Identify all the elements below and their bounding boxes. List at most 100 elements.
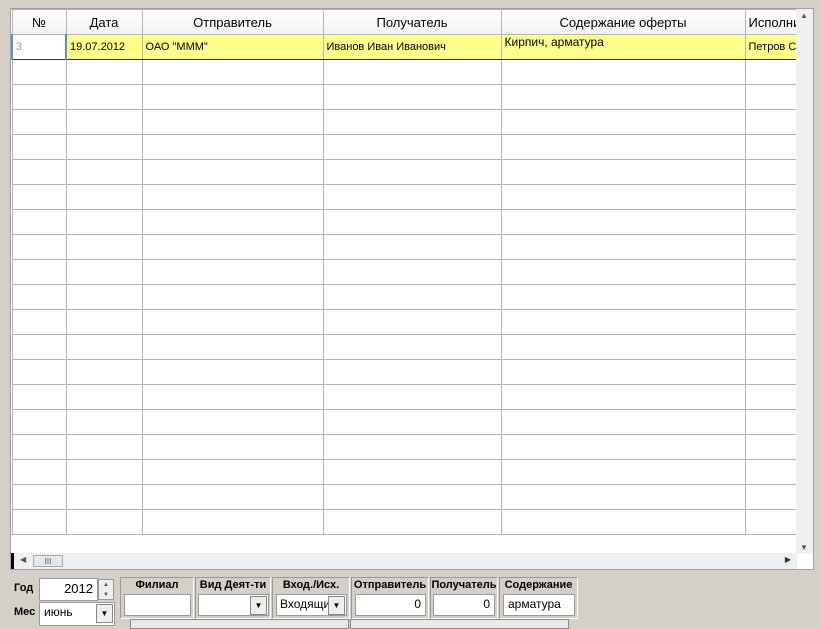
table-row[interactable] (11, 409, 805, 435)
direction-select[interactable]: Входящи ▼ (276, 594, 347, 616)
column-header-content[interactable]: Содержание оферты (500, 9, 746, 35)
table-cell[interactable] (11, 59, 67, 85)
table-cell[interactable] (65, 159, 143, 185)
table-cell[interactable] (141, 209, 324, 235)
recipient-input[interactable]: 0 (433, 594, 495, 616)
table-cell[interactable] (65, 459, 143, 485)
table-row[interactable] (11, 284, 805, 310)
table-row[interactable]: 3 19.07.2012 ОАО "МММ" Иванов Иван Ивано… (11, 34, 805, 60)
table-cell[interactable] (141, 259, 324, 285)
table-cell[interactable] (500, 359, 746, 385)
chevron-down-icon[interactable]: ▼ (328, 596, 345, 615)
table-cell[interactable] (141, 234, 324, 260)
table-cell[interactable] (500, 309, 746, 335)
table-cell[interactable] (500, 109, 746, 135)
chevron-down-icon[interactable]: ▼ (250, 596, 267, 615)
month-select[interactable]: июнь ▼ (39, 602, 115, 626)
column-header-sender[interactable]: Отправитель (141, 9, 324, 35)
table-cell[interactable] (322, 284, 502, 310)
table-row[interactable] (11, 209, 805, 235)
table-cell[interactable] (500, 384, 746, 410)
table-cell[interactable] (11, 509, 67, 535)
table-cell[interactable] (500, 409, 746, 435)
table-cell[interactable] (65, 509, 143, 535)
table-cell[interactable] (11, 184, 67, 210)
scroll-left-icon[interactable]: ◀ (20, 555, 26, 564)
table-row[interactable] (11, 309, 805, 335)
table-row[interactable] (11, 434, 805, 460)
table-row[interactable] (11, 184, 805, 210)
table-cell[interactable] (65, 309, 143, 335)
table-row[interactable] (11, 259, 805, 285)
activity-select[interactable]: ▼ (198, 594, 269, 616)
table-cell[interactable] (500, 459, 746, 485)
table-cell[interactable] (141, 184, 324, 210)
table-row[interactable] (11, 334, 805, 360)
table-cell[interactable] (500, 484, 746, 510)
table-cell[interactable] (11, 309, 67, 335)
table-cell[interactable] (11, 334, 67, 360)
table-cell[interactable] (500, 284, 746, 310)
year-spinner[interactable]: ▲ ▼ (98, 579, 114, 600)
table-cell[interactable] (141, 459, 324, 485)
branch-input[interactable] (124, 594, 191, 616)
table-cell[interactable] (65, 59, 143, 85)
table-row[interactable] (11, 459, 805, 485)
table-cell[interactable] (500, 209, 746, 235)
table-cell[interactable] (65, 84, 143, 110)
table-cell[interactable] (500, 134, 746, 160)
table-cell[interactable] (322, 384, 502, 410)
table-cell[interactable] (11, 259, 67, 285)
year-input[interactable]: 2012 (39, 578, 98, 601)
table-row[interactable] (11, 59, 805, 85)
table-cell[interactable] (11, 209, 67, 235)
table-cell[interactable] (65, 359, 143, 385)
table-cell[interactable] (65, 259, 143, 285)
table-cell[interactable] (65, 384, 143, 410)
table-cell[interactable] (500, 509, 746, 535)
table-cell[interactable] (322, 159, 502, 185)
cell-num[interactable]: 3 (11, 34, 67, 60)
table-cell[interactable] (11, 109, 67, 135)
offers-grid[interactable]: № Дата Отправитель Получатель Содержание… (10, 8, 814, 570)
table-cell[interactable] (11, 459, 67, 485)
table-cell[interactable] (65, 234, 143, 260)
table-row[interactable] (11, 484, 805, 510)
table-cell[interactable] (322, 309, 502, 335)
table-cell[interactable] (65, 109, 143, 135)
table-cell[interactable] (65, 484, 143, 510)
cell-sender[interactable]: ОАО "МММ" (141, 34, 324, 60)
table-cell[interactable] (65, 209, 143, 235)
table-cell[interactable] (141, 334, 324, 360)
table-cell[interactable] (11, 84, 67, 110)
table-row[interactable] (11, 84, 805, 110)
table-cell[interactable] (65, 134, 143, 160)
table-cell[interactable] (11, 434, 67, 460)
table-cell[interactable] (141, 384, 324, 410)
table-cell[interactable] (141, 159, 324, 185)
table-row[interactable] (11, 384, 805, 410)
cell-recipient[interactable]: Иванов Иван Иванович (322, 34, 502, 60)
table-cell[interactable] (141, 284, 324, 310)
table-cell[interactable] (65, 284, 143, 310)
table-cell[interactable] (11, 284, 67, 310)
column-header-date[interactable]: Дата (65, 9, 143, 35)
table-cell[interactable] (11, 134, 67, 160)
table-cell[interactable] (65, 334, 143, 360)
table-cell[interactable] (322, 184, 502, 210)
table-cell[interactable] (500, 259, 746, 285)
table-cell[interactable] (141, 134, 324, 160)
table-cell[interactable] (322, 209, 502, 235)
scroll-right-icon[interactable]: ▶ (785, 555, 791, 564)
spin-up-icon[interactable]: ▲ (99, 580, 113, 590)
table-cell[interactable] (322, 59, 502, 85)
table-cell[interactable] (141, 109, 324, 135)
table-cell[interactable] (322, 509, 502, 535)
table-cell[interactable] (322, 334, 502, 360)
cell-date[interactable]: 19.07.2012 (65, 34, 143, 60)
content-input[interactable]: арматура (503, 594, 575, 616)
bottom-panel-left[interactable] (130, 619, 349, 629)
table-cell[interactable] (500, 159, 746, 185)
table-cell[interactable] (322, 134, 502, 160)
cell-content[interactable]: Кирпич, арматура (500, 34, 746, 60)
